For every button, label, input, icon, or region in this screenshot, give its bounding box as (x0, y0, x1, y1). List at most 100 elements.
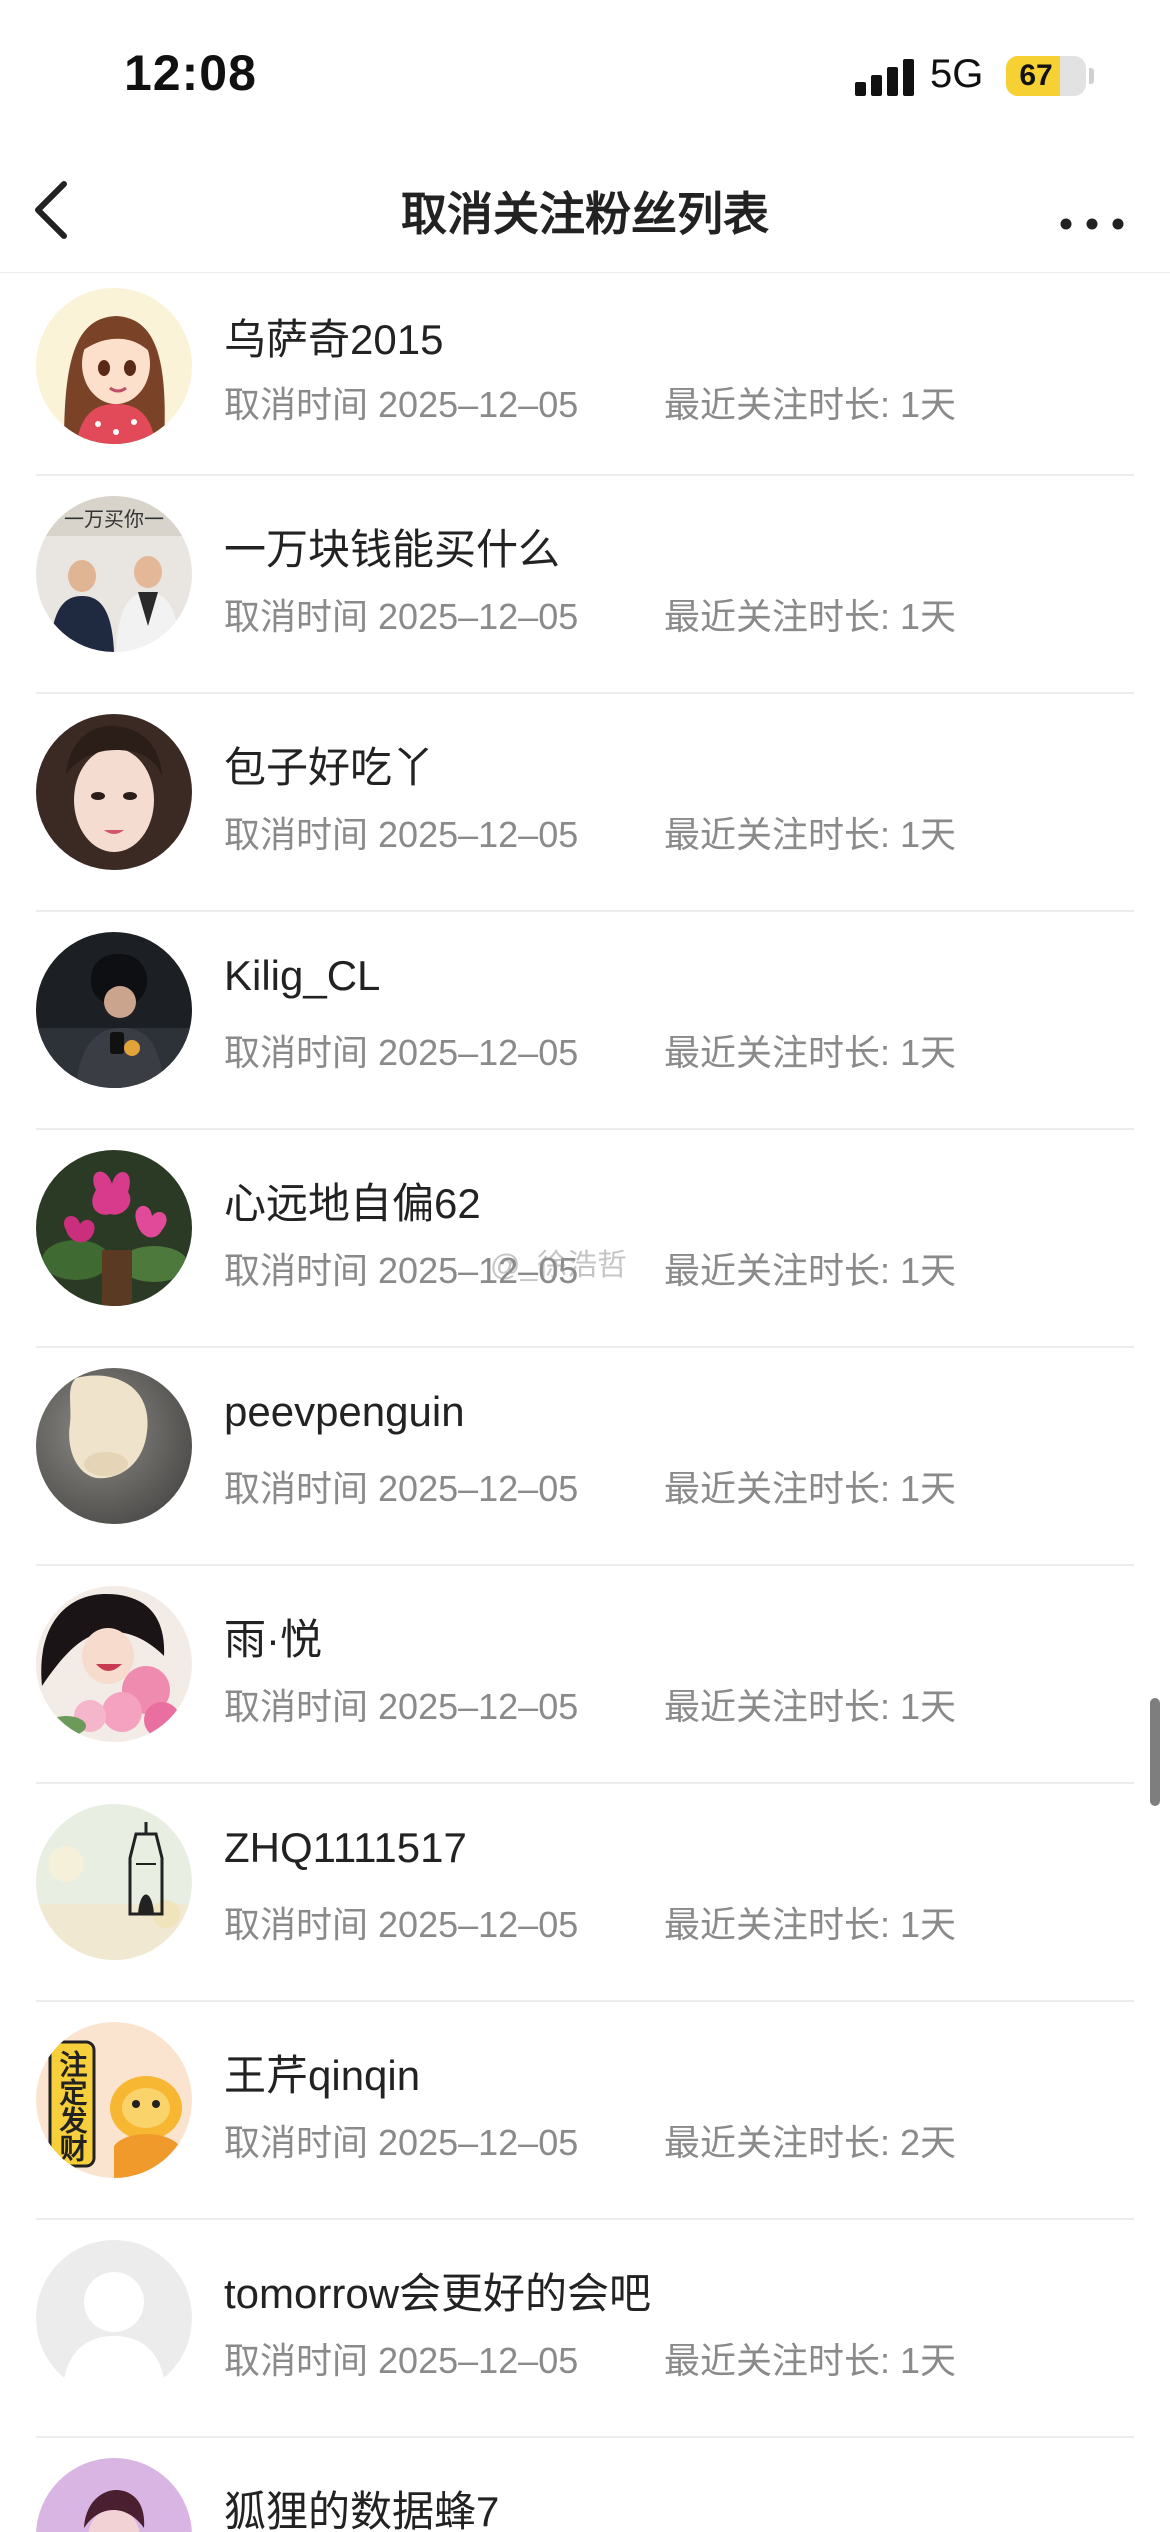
follow-duration-value: 2天 (900, 2122, 957, 2163)
unfollow-time-label: 取消时间 (224, 596, 369, 637)
status-time: 12:08 (124, 45, 257, 101)
follow-duration-value: 1天 (900, 2340, 957, 2381)
user-name: 心远地自偏62 (224, 1180, 481, 1227)
follow-duration-label: 最近关注时长: (664, 1904, 891, 1945)
avatar[interactable] (36, 714, 192, 870)
nav-bar: 取消关注粉丝列表 (0, 150, 1170, 273)
unfollow-date: 2025–12–05 (378, 814, 579, 855)
battery-level: 67 (1019, 59, 1053, 92)
user-name: peevpenguin (224, 1388, 465, 1435)
more-button[interactable] (1052, 170, 1132, 250)
follow-duration-label: 最近关注时长: (664, 814, 891, 855)
follow-duration-label: 最近关注时长: (664, 2340, 891, 2381)
follow-duration-value: 1天 (900, 1686, 957, 1727)
avatar[interactable] (36, 2240, 192, 2396)
unfollow-meta: 取消时间 2025–12–05 最近关注时长: 1天 (224, 1896, 956, 1948)
avatar[interactable] (36, 1368, 192, 1524)
follow-duration: 最近关注时长: 1天 (664, 588, 956, 640)
page-title: 取消关注粉丝列表 (401, 188, 769, 240)
list-item[interactable]: 乌萨奇2015 取消时间 2025–12–05 最近关注时长: 1天 (0, 272, 1170, 476)
unfollow-time-label: 取消时间 (224, 1032, 369, 1073)
unfollow-meta: 取消时间 2025–12–05 最近关注时长: 1天 (224, 376, 956, 428)
unfollow-date: 2025–12–05 (378, 384, 579, 425)
unfollow-meta: 取消时间 2025–12–05 最近关注时长: 2天 (224, 2114, 956, 2166)
list-item[interactable]: 狐狸的数据蜂7 (0, 2438, 1170, 2532)
unfollow-date: 2025–12–05 (378, 1032, 579, 1073)
follow-duration-label: 最近关注时长: (664, 384, 891, 425)
unfollow-meta: 取消时间 2025–12–05 最近关注时长: 1天 (224, 2332, 956, 2384)
battery-cap (1089, 68, 1094, 84)
unfollow-time-label: 取消时间 (224, 814, 369, 855)
list-item[interactable]: tomorrow会更好的会吧 取消时间 2025–12–05 最近关注时长: 1… (0, 2220, 1170, 2438)
user-name: 雨·悦 (224, 1616, 322, 1663)
follow-duration-label: 最近关注时长: (664, 1686, 891, 1727)
list-item[interactable]: 心远地自偏62 取消时间 2025–12–05 最近关注时长: 1天 (0, 1130, 1170, 1348)
avatar[interactable]: 一万买你一 (36, 496, 192, 652)
avatar[interactable] (36, 288, 192, 444)
unfollow-meta: 取消时间 2025–12–05 最近关注时长: 1天 (224, 588, 956, 640)
avatar[interactable] (36, 2458, 192, 2532)
user-name: 一万块钱能买什么 (224, 526, 561, 573)
follow-duration-value: 1天 (900, 814, 957, 855)
unfollow-time-label: 取消时间 (224, 1904, 369, 1945)
follow-duration: 最近关注时长: 1天 (664, 1242, 956, 1294)
avatar[interactable] (36, 1150, 192, 1306)
unfollow-meta: 取消时间 2025–12–05 最近关注时长: 1天 (224, 1460, 956, 1512)
list-item[interactable]: ZHQ1111517 取消时间 2025–12–05 最近关注时长: 1天 (0, 1784, 1170, 2002)
unfollow-date: 2025–12–05 (378, 2340, 579, 2381)
follow-duration: 最近关注时长: 1天 (664, 806, 956, 858)
watermark: @_徐浩哲 (490, 1249, 628, 1282)
battery-icon: 67 (1006, 56, 1086, 96)
unfollow-time-label: 取消时间 (224, 2340, 369, 2381)
user-name: 王芹qinqin (224, 2052, 421, 2099)
follow-duration-label: 最近关注时长: (664, 2122, 891, 2163)
status-bar: 12:08 5G 67 (0, 0, 1170, 150)
follow-duration-label: 最近关注时长: (664, 1032, 891, 1073)
user-name: tomorrow会更好的会吧 (224, 2270, 652, 2317)
user-name: 包子好吃丫 (224, 744, 435, 791)
list-item[interactable]: 一万买你一 一万块钱能买什么 取消时间 2025–12–05 最近关注时长: 1… (0, 476, 1170, 694)
unfollow-time-label: 取消时间 (224, 384, 369, 425)
screen: 12:08 5G 67 取消关注粉丝列表 乌萨奇2015 取消时间 2025–1… (0, 0, 1170, 2532)
more-horizontal-icon (1060, 218, 1124, 230)
follow-duration-value: 1天 (900, 1468, 957, 1509)
unfollow-meta: 取消时间 2025–12–05 最近关注时长: 1天 (224, 806, 956, 858)
follow-duration: 最近关注时长: 1天 (664, 376, 956, 428)
avatar-caption: 注定发财 (56, 2049, 89, 2162)
unfollow-time-label: 取消时间 (224, 2122, 369, 2163)
follow-duration: 最近关注时长: 1天 (664, 2332, 956, 2384)
user-name: Kilig_CL (224, 952, 381, 999)
follow-duration-label: 最近关注时长: (664, 1468, 891, 1509)
unfollow-date: 2025–12–05 (378, 596, 579, 637)
unfollow-time-label: 取消时间 (224, 1468, 369, 1509)
unfollow-meta: 取消时间 2025–12–05 最近关注时长: 1天 (224, 1678, 956, 1730)
avatar-caption: 一万买你一 (64, 507, 164, 531)
avatar[interactable] (36, 1586, 192, 1742)
follow-duration-value: 1天 (900, 1250, 957, 1291)
user-name: 狐狸的数据蜂7 (224, 2488, 500, 2532)
follow-duration-label: 最近关注时长: (664, 1250, 891, 1291)
follow-duration: 最近关注时长: 1天 (664, 1460, 956, 1512)
list-item[interactable]: 注定发财 王芹qinqin 取消时间 2025–12–05 最近关注时长: 2天 (0, 2002, 1170, 2220)
user-name: 乌萨奇2015 (224, 316, 444, 363)
follow-duration: 最近关注时长: 2天 (664, 2114, 956, 2166)
signal-icon (855, 56, 915, 96)
unfollowed-fans-list: 乌萨奇2015 取消时间 2025–12–05 最近关注时长: 1天 一万买你一 (0, 272, 1170, 2532)
scrollbar[interactable] (1150, 1698, 1160, 1806)
unfollow-date: 2025–12–05 (378, 1468, 579, 1509)
list-item[interactable]: Kilig_CL 取消时间 2025–12–05 最近关注时长: 1天 (0, 912, 1170, 1130)
unfollow-meta: 取消时间 2025–12–05 最近关注时长: 1天 (224, 1024, 956, 1076)
avatar[interactable] (36, 1804, 192, 1960)
unfollow-date: 2025–12–05 (378, 1904, 579, 1945)
list-item[interactable]: 包子好吃丫 取消时间 2025–12–05 最近关注时长: 1天 (0, 694, 1170, 912)
unfollow-date: 2025–12–05 (378, 2122, 579, 2163)
avatar[interactable] (36, 932, 192, 1088)
avatar[interactable]: 注定发财 (36, 2022, 192, 2178)
list-item[interactable]: 雨·悦 取消时间 2025–12–05 最近关注时长: 1天 (0, 1566, 1170, 1784)
unfollow-time-label: 取消时间 (224, 1250, 369, 1291)
user-name: ZHQ1111517 (224, 1824, 467, 1871)
network-type: 5G (930, 52, 984, 96)
list-item[interactable]: peevpenguin 取消时间 2025–12–05 最近关注时长: 1天 (0, 1348, 1170, 1566)
follow-duration: 最近关注时长: 1天 (664, 1896, 956, 1948)
unfollow-time-label: 取消时间 (224, 1686, 369, 1727)
